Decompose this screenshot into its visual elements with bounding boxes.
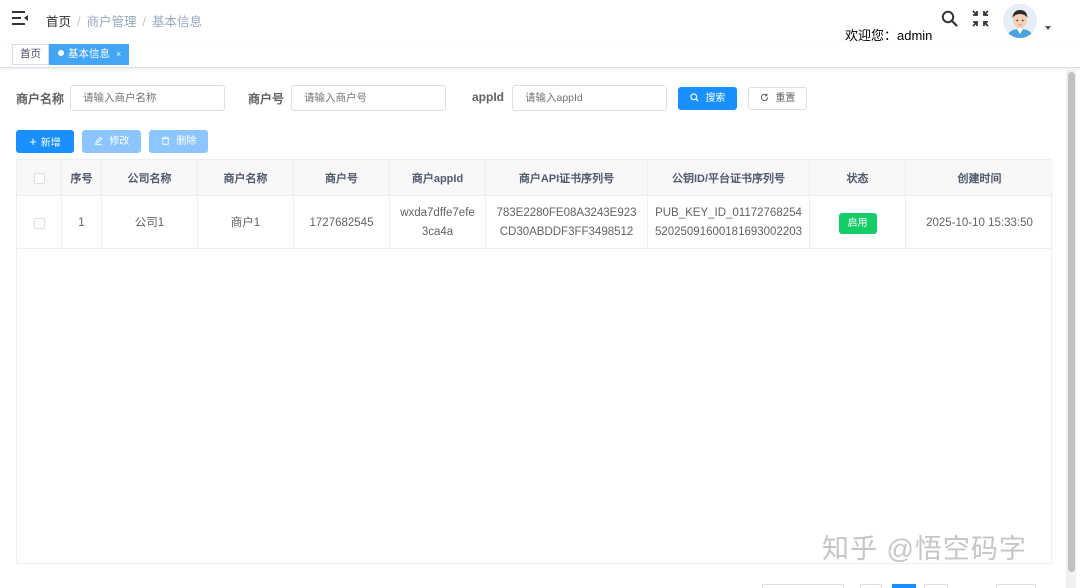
prev-page-button[interactable] [860, 584, 882, 588]
table-row[interactable]: 1 公司1 商户1 1727682545 wxda7dffe7efe 3ca4a… [17, 197, 1053, 249]
tag-basic-info-label: 基本信息 [68, 48, 110, 60]
scrollbar-thumb[interactable] [1068, 72, 1075, 572]
search-icon[interactable] [941, 10, 959, 28]
delete-button[interactable]: 删除 [149, 130, 208, 153]
pubkey-line-1: PUB_KEY_ID_01172768254 [655, 207, 802, 219]
merchant-table: 序号 公司名称 商户名称 商户号 商户appId 商户API证书序列号 公钥ID… [16, 159, 1053, 564]
breadcrumb: 首页 / 商户管理 / 基本信息 [46, 15, 203, 29]
watermark-text: 知乎 @悟空码字 [822, 534, 1027, 564]
navbar: 首页 / 商户管理 / 基本信息 欢迎您：admin [0, 0, 1080, 43]
merchant-no-input[interactable] [291, 85, 446, 111]
refresh-icon [760, 93, 772, 104]
tag-home[interactable]: 首页 [12, 44, 49, 65]
plus-icon: + [29, 134, 37, 149]
merchant-name-input[interactable] [70, 85, 225, 111]
page-size-select[interactable] [762, 584, 844, 588]
tag-basic-info[interactable]: 基本信息 × [49, 44, 130, 65]
fullscreen-icon[interactable] [972, 10, 990, 28]
tags-view: 首页 基本信息 × [0, 42, 1080, 68]
cell-api-serial: 783E2280FE08A3243E923 CD30ABDDF3FF349851… [486, 197, 648, 249]
api-serial-line-1: 783E2280FE08A3243E923 [496, 207, 637, 219]
close-icon[interactable]: × [116, 49, 121, 59]
pubkey-line-2: 52025091600181693002203 [654, 226, 803, 238]
tag-home-label: 首页 [20, 48, 41, 60]
appid-input[interactable] [512, 85, 667, 111]
column-header: 公钥ID/平台证书序列号 [648, 160, 810, 196]
jump-page-input[interactable] [996, 584, 1036, 588]
row-checkbox[interactable] [33, 217, 45, 229]
column-header: 商户API证书序列号 [486, 160, 648, 196]
column-header: 商户appId [390, 160, 486, 196]
cell-status: 启用 [810, 197, 906, 249]
reset-button[interactable]: 重置 [748, 87, 807, 110]
next-page-button[interactable] [924, 584, 948, 588]
appid-line-2: 3ca4a [421, 226, 454, 238]
cell-created: 2025-10-10 15:33:50 [926, 216, 1033, 229]
add-button[interactable]: + 新增 [16, 130, 74, 153]
column-header: 创建时间 [957, 173, 1002, 185]
cell-company: 公司1 [102, 197, 198, 249]
cell-index: 1 [62, 197, 102, 249]
delete-button-label: 删除 [176, 136, 197, 147]
appid-label: appId [472, 90, 504, 104]
search-button-label: 搜索 [705, 93, 726, 104]
page-number-active[interactable] [892, 584, 916, 588]
trash-icon [161, 136, 173, 147]
edit-icon [94, 136, 106, 147]
merchant-no-label: 商户号 [248, 92, 285, 106]
column-header: 商户名称 [198, 160, 294, 196]
column-header: 状态 [810, 160, 906, 196]
status-badge[interactable]: 启用 [838, 212, 877, 234]
edit-button-label: 修改 [109, 136, 130, 147]
cell-merchant-no: 1727682545 [294, 197, 390, 249]
search-icon [689, 93, 702, 104]
row-select[interactable] [17, 197, 62, 249]
active-dot-icon [58, 50, 64, 56]
appid-line-1: wxda7dffe7efe [400, 207, 475, 219]
breadcrumb-item-merchant-management[interactable]: 商户管理 [87, 15, 137, 29]
search-button[interactable]: 搜索 [678, 87, 737, 110]
edit-button[interactable]: 修改 [82, 130, 141, 153]
breadcrumb-item-home[interactable]: 首页 [46, 15, 71, 29]
header-select-all[interactable] [17, 160, 62, 196]
add-button-label: 新增 [40, 138, 61, 149]
breadcrumb-item-basic-info: 基本信息 [152, 15, 203, 29]
select-all-checkbox[interactable] [33, 172, 45, 184]
caret-down-icon[interactable] [1045, 26, 1051, 30]
column-header: 序号 [62, 160, 102, 196]
merchant-name-label: 商户名称 [16, 92, 65, 106]
column-header: 公司名称 [102, 160, 198, 196]
avatar[interactable] [1003, 4, 1037, 38]
table-header: 序号 公司名称 商户名称 商户号 商户appId 商户API证书序列号 公钥ID… [17, 160, 1053, 196]
cell-merchant: 商户1 [198, 197, 294, 249]
hamburger-icon[interactable] [12, 11, 28, 25]
reset-button-label: 重置 [775, 93, 796, 104]
api-serial-line-2: CD30ABDDF3FF3498512 [499, 226, 634, 238]
cell-pubkey: PUB_KEY_ID_01172768254 52025091600181693… [648, 197, 810, 249]
column-header: 商户号 [294, 160, 390, 196]
cell-appid: wxda7dffe7efe 3ca4a [390, 197, 486, 249]
